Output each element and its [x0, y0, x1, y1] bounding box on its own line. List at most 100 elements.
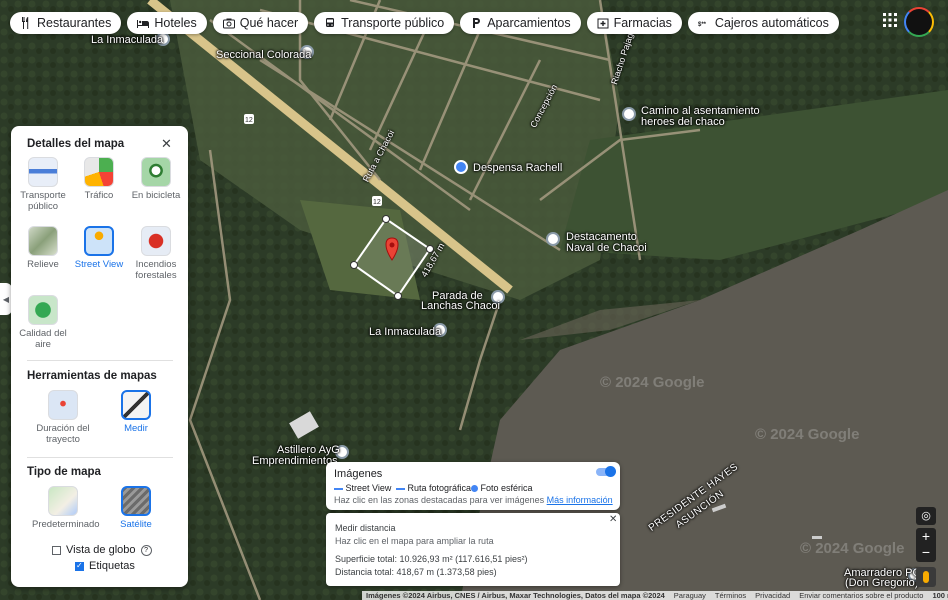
watermark: © 2024 Google [600, 374, 705, 391]
measure-title: Medir distancia [335, 523, 396, 533]
measure-hint: Haz clic en el mapa para ampliar la ruta [335, 536, 494, 546]
layer-label: Transporte público [20, 190, 66, 212]
chip-label: Farmacias [613, 16, 672, 30]
imagery-title: Imágenes [334, 468, 383, 480]
panel-title: Detalles del mapa [27, 138, 125, 150]
place-label[interactable]: La Inmaculada [369, 326, 441, 338]
layer-label: Street View [74, 259, 124, 270]
bus-icon [326, 18, 335, 27]
pharmacy-icon [597, 18, 609, 29]
checkbox-label: Vista de globo [66, 544, 136, 556]
atm-icon: $** [698, 22, 707, 28]
close-icon[interactable]: ✕ [161, 136, 172, 152]
imagery-toggle[interactable] [596, 466, 616, 477]
zoom-in-button[interactable]: + [916, 528, 936, 545]
layer-street-view[interactable]: Street View [68, 226, 130, 270]
feedback-link[interactable]: Enviar comentarios sobre el producto [799, 591, 923, 600]
layer-terrain[interactable]: Relieve [12, 226, 74, 270]
bicycle-icon [141, 157, 171, 187]
my-location-button[interactable]: ◎ [916, 507, 936, 525]
terms-link[interactable]: Términos [715, 591, 746, 600]
place-pin-icon[interactable] [546, 232, 560, 246]
maptype-satellite[interactable]: Satélite [105, 486, 167, 530]
category-chips: Restaurantes Hoteles Qué hacer Transport… [10, 12, 839, 34]
measure-distance-card: ✕ Medir distancia Haz clic en el mapa pa… [326, 513, 620, 586]
svg-text:$**: $** [698, 22, 707, 28]
legend-spherical: Foto esférica [471, 483, 533, 493]
layer-transit[interactable]: Transporte público [12, 157, 74, 212]
chip-hotels[interactable]: Hoteles [127, 12, 207, 34]
place-pin-icon[interactable] [622, 107, 636, 121]
place-label[interactable]: Naval de Chacoi [566, 242, 647, 254]
legend-photo-route: Ruta fotográfica [396, 483, 471, 493]
fire-icon [141, 226, 171, 256]
route-number-label: 12 [373, 199, 381, 206]
dashed-line-icon [396, 487, 405, 490]
chip-label: Restaurantes [37, 16, 112, 30]
tool-label: Medir [124, 423, 148, 434]
more-info-link[interactable]: Más información [547, 495, 613, 505]
measure-vertex[interactable] [394, 292, 402, 300]
close-icon[interactable]: ✕ [609, 514, 617, 525]
chip-pharmacies[interactable]: Farmacias [586, 12, 682, 34]
globe-view-checkbox[interactable]: Vista de globo ? [52, 544, 152, 556]
dot-icon [471, 485, 478, 493]
layer-label: Tráfico [84, 190, 114, 201]
scale-label[interactable]: 100 m [932, 591, 948, 600]
maptype-label: Predeterminado [32, 519, 100, 530]
chip-label: Transporte público [341, 16, 445, 30]
tool-measure[interactable]: Medir [105, 390, 167, 434]
chip-parking[interactable]: Aparcamientos [460, 12, 581, 34]
measure-area: Superficie total: 10.926,93 m² (117.616,… [335, 554, 528, 564]
zoom-out-button[interactable]: − [916, 545, 936, 562]
traffic-icon [84, 157, 114, 187]
apps-grid-icon[interactable] [882, 12, 898, 28]
layer-wildfires[interactable]: Incendios forestales [125, 226, 187, 281]
attribution: Imágenes ©2024 Airbus, CNES / Airbus, Ma… [366, 591, 665, 600]
place-label[interactable]: Emprendimientos [252, 455, 338, 467]
place-label[interactable]: Seccional Colorada [216, 49, 311, 61]
layer-label: Calidad del aire [19, 328, 67, 350]
hint-text: Haz clic en las zonas destacadas para ve… [334, 495, 545, 505]
parking-icon [473, 18, 481, 28]
chip-restaurants[interactable]: Restaurantes [10, 12, 122, 34]
country-link[interactable]: Paraguay [674, 591, 706, 600]
layer-bicycle[interactable]: En bicicleta [125, 157, 187, 201]
account-avatar[interactable] [904, 7, 934, 37]
maptype-default[interactable]: Predeterminado [32, 486, 100, 530]
chip-atms[interactable]: $** Cajeros automáticos [687, 12, 839, 34]
satellite-icon [121, 486, 151, 516]
terrain-icon [28, 226, 58, 256]
chip-things-to-do[interactable]: Qué hacer [212, 12, 309, 34]
measure-vertex[interactable] [350, 261, 358, 269]
travel-time-icon [48, 390, 78, 420]
maptype-label: Satélite [120, 519, 152, 530]
help-icon[interactable]: ? [140, 544, 152, 556]
privacy-link[interactable]: Privacidad [755, 591, 790, 600]
chip-transit[interactable]: Transporte público [314, 12, 455, 34]
fork-knife-icon [22, 17, 29, 29]
pegman-button[interactable] [916, 567, 936, 587]
camera-icon [222, 18, 235, 29]
place-label[interactable]: Despensa Rachell [473, 162, 562, 174]
place-label[interactable]: La Inmaculada [91, 34, 163, 46]
watermark: © 2024 Google [800, 540, 905, 557]
checkbox-box [52, 545, 61, 555]
chip-label: Qué hacer [239, 16, 299, 30]
divider [27, 457, 173, 458]
layer-air-quality[interactable]: Calidad del aire [12, 295, 74, 350]
shopping-cart-icon[interactable] [454, 160, 468, 174]
checkbox-label: Etiquetas [89, 560, 135, 572]
place-label[interactable]: Lanchas Chacoi [421, 300, 500, 312]
map-details-panel: Detalles del mapa ✕ Transporte público T… [11, 126, 188, 587]
place-label[interactable]: (Don Gregorio) [845, 577, 918, 589]
place-label[interactable]: heroes del chaco [641, 116, 725, 128]
tools-title: Herramientas de mapas [27, 370, 157, 382]
tool-travel-time[interactable]: Duración del trayecto [32, 390, 94, 445]
pegman-icon [923, 571, 929, 583]
labels-checkbox[interactable]: Etiquetas [75, 560, 135, 572]
legend-label: Street View [345, 483, 392, 493]
divider [27, 360, 173, 361]
measure-vertex[interactable] [382, 215, 390, 223]
layer-traffic[interactable]: Tráfico [68, 157, 130, 201]
